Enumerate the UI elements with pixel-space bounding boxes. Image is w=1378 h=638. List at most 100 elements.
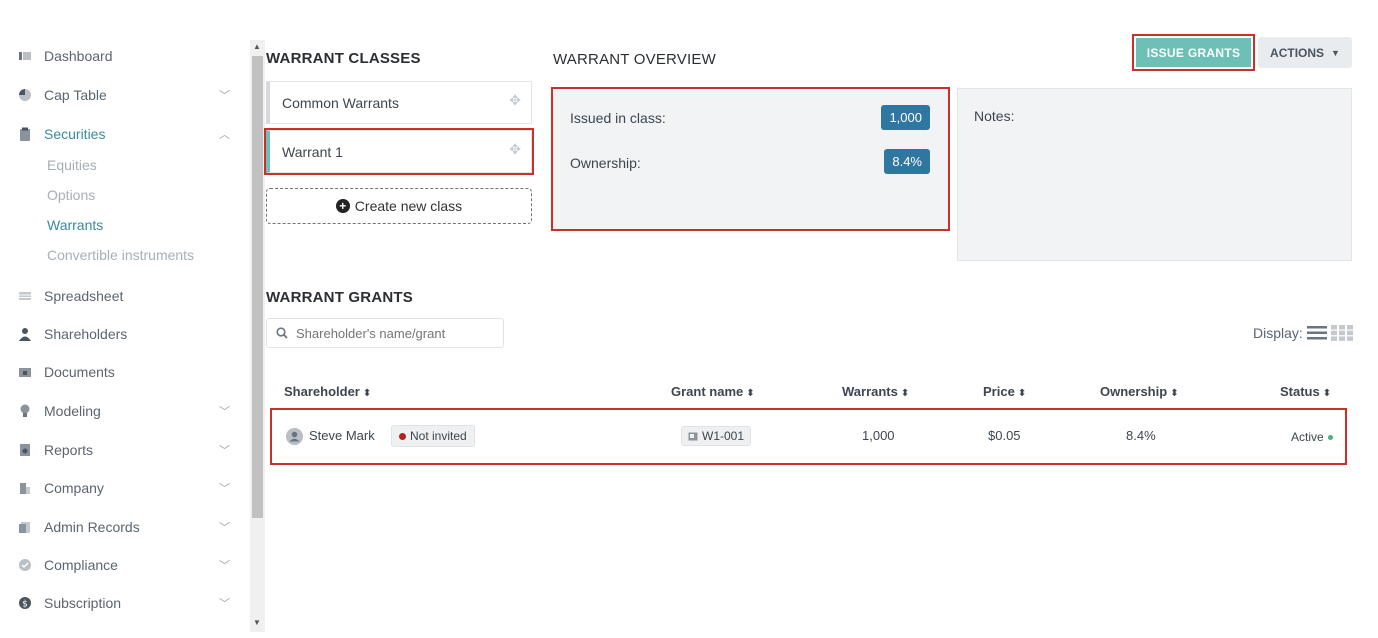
sidebar-subitem-options[interactable]: Options [47, 187, 95, 203]
search-icon [276, 327, 288, 339]
create-new-class-button[interactable]: + Create new class [266, 188, 532, 224]
class-card-warrant-1[interactable]: Warrant 1 ✥ [264, 128, 534, 175]
dollar-circle-icon: $ [19, 597, 31, 610]
column-header-label: Grant name [671, 384, 744, 399]
grant-name-label: W1-001 [702, 429, 745, 443]
sidebar-item-label: Cap Table [44, 87, 107, 103]
column-header-ownership[interactable]: Ownership ⬍ [1100, 384, 1179, 399]
sidebar-item-subscription[interactable]: $ Subscription ﹀ [18, 592, 230, 614]
sidebar-item-company[interactable]: Company ﹀ [18, 477, 230, 499]
sidebar-subitem-warrants[interactable]: Warrants [47, 217, 103, 233]
status-cell: Active [1291, 430, 1333, 444]
class-card-label: Common Warrants [282, 94, 399, 111]
sidebar-item-label: Spreadsheet [44, 288, 124, 304]
column-header-label: Warrants [842, 384, 898, 399]
sidebar-item-cap-table[interactable]: Cap Table ﹀ [18, 84, 230, 106]
sidebar-item-compliance[interactable]: Compliance ﹀ [18, 554, 230, 576]
sidebar-item-spreadsheet[interactable]: Spreadsheet [18, 285, 230, 307]
sort-icon: ⬍ [746, 388, 755, 399]
warrant-classes-title: WARRANT CLASSES [266, 50, 421, 67]
issued-value-badge: 1,000 [881, 105, 930, 130]
sidebar-subitem-equities[interactable]: Equities [47, 157, 97, 173]
building-icon [20, 483, 30, 494]
records-icon [19, 522, 30, 533]
chevron-up-icon: ︿ [219, 129, 230, 141]
column-header-price[interactable]: Price ⬍ [983, 384, 1026, 399]
person-icon [19, 328, 31, 341]
grant-name-chip[interactable]: W1-001 [681, 426, 752, 446]
sidebar-item-securities[interactable]: Securities ︿ [18, 123, 230, 145]
warrant-grants-title: WARRANT GRANTS [266, 289, 413, 306]
ownership-value: 8.4% [1126, 428, 1156, 443]
sidebar-item-reports[interactable]: Reports ﹀ [18, 439, 230, 461]
issue-grants-highlight: ISSUE GRANTS [1132, 34, 1255, 71]
sort-icon: ⬍ [362, 388, 372, 399]
column-header-label: Shareholder [284, 384, 360, 399]
warrant-overview-title: WARRANT OVERVIEW [553, 51, 716, 68]
table-row[interactable]: Steve Mark Not invited W1-001 1,000 $0.0… [270, 408, 1347, 465]
chevron-down-icon: ﹀ [219, 90, 230, 102]
sidebar: Dashboard Cap Table ﹀ Securities ︿ Equit… [0, 0, 250, 638]
lightbulb-icon [20, 404, 30, 417]
actions-dropdown-button[interactable]: ACTIONS ▼ [1258, 37, 1352, 68]
sidebar-scrollbar[interactable]: ▲ ▼ [250, 40, 265, 632]
folder-icon [19, 368, 31, 377]
sidebar-item-shareholders[interactable]: Shareholders [18, 323, 230, 345]
sidebar-item-label: Securities [44, 126, 106, 142]
clipboard-icon [20, 127, 30, 141]
sort-icon: ⬍ [900, 388, 910, 399]
chevron-down-icon: ﹀ [219, 406, 230, 418]
pie-chart-icon [19, 89, 31, 101]
display-toggle: Display: [1253, 325, 1353, 341]
ownership-label: Ownership: [570, 155, 641, 171]
sidebar-item-label: Documents [44, 364, 115, 380]
display-label: Display: [1253, 325, 1303, 341]
column-header-shareholder[interactable]: Shareholder ⬍ [284, 384, 371, 399]
sort-icon: ⬍ [1017, 388, 1027, 399]
scroll-up-icon[interactable]: ▲ [253, 42, 261, 51]
certificate-icon [688, 432, 698, 440]
sidebar-subitem-convertible[interactable]: Convertible instruments [47, 247, 194, 263]
search-input[interactable] [296, 325, 486, 341]
sidebar-item-label: Reports [44, 442, 94, 458]
price-value: $0.05 [988, 428, 1021, 443]
sidebar-item-modeling[interactable]: Modeling ﹀ [18, 400, 230, 422]
scroll-thumb[interactable] [252, 56, 263, 518]
status-label: Active [1291, 430, 1324, 444]
class-card-common-warrants[interactable]: Common Warrants ✥ [266, 81, 532, 124]
invite-status-label: Not invited [410, 429, 467, 443]
sidebar-item-documents[interactable]: Documents [18, 361, 230, 383]
shield-check-icon [19, 559, 31, 571]
class-card-label: Warrant 1 [282, 143, 343, 160]
column-header-warrants[interactable]: Warrants ⬍ [842, 384, 909, 399]
sidebar-item-dashboard[interactable]: Dashboard [18, 45, 230, 67]
column-header-grant-name[interactable]: Grant name ⬍ [671, 384, 755, 399]
sort-icon: ⬍ [1322, 388, 1332, 399]
actions-label: ACTIONS [1270, 45, 1325, 60]
reports-icon [20, 444, 30, 456]
sidebar-item-label: Shareholders [44, 326, 128, 342]
scroll-down-icon[interactable]: ▼ [253, 618, 261, 627]
create-class-label: Create new class [354, 198, 463, 214]
issue-grants-button[interactable]: ISSUE GRANTS [1136, 38, 1251, 67]
dashboard-icon [19, 52, 31, 60]
grid-view-icon[interactable] [1330, 325, 1353, 341]
ownership-value-badge: 8.4% [884, 149, 930, 174]
list-view-icon[interactable] [1306, 325, 1327, 341]
search-box[interactable] [266, 318, 504, 348]
sidebar-item-admin-records[interactable]: Admin Records ﹀ [18, 516, 230, 538]
sidebar-item-label: Compliance [44, 557, 118, 573]
drag-handle-icon[interactable]: ✥ [509, 92, 521, 109]
issued-label: Issued in class: [570, 110, 666, 126]
drag-handle-icon[interactable]: ✥ [509, 141, 521, 158]
sort-icon: ⬍ [1170, 388, 1179, 399]
column-header-status[interactable]: Status ⬍ [1280, 384, 1331, 399]
avatar-icon [286, 428, 303, 445]
active-dot-icon [1327, 434, 1333, 440]
notes-box[interactable]: Notes: [957, 88, 1352, 261]
column-header-label: Status [1280, 384, 1320, 399]
overview-box: Issued in class: 1,000 Ownership: 8.4% [551, 87, 950, 231]
column-header-label: Ownership [1100, 384, 1168, 399]
sidebar-item-label: Subscription [44, 595, 122, 611]
shareholder-name[interactable]: Steve Mark [309, 428, 375, 443]
